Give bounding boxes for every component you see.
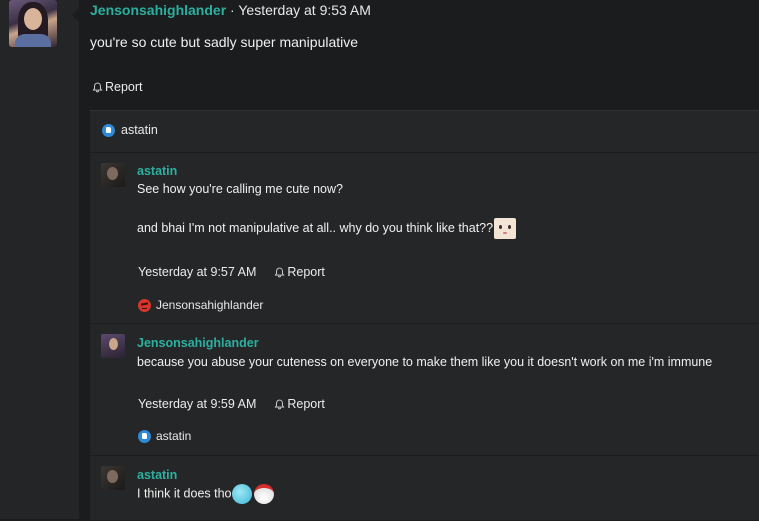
bell-icon <box>274 267 285 277</box>
reaction-summary[interactable]: astatin <box>138 429 191 443</box>
report-label: Report <box>287 397 325 411</box>
blue-character-emoji-icon <box>231 484 252 504</box>
comment-thread: astatin astatin See how you're calling m… <box>90 110 759 520</box>
reply-text-line2: and bhai I'm not manipulative at all.. w… <box>137 218 517 239</box>
reply-text-content: and bhai I'm not manipulative at all.. w… <box>137 220 494 235</box>
header-separator: · <box>226 2 239 18</box>
like-icon <box>138 429 151 443</box>
reply-time[interactable]: Yesterday at 9:57 AM <box>138 265 256 279</box>
report-label: Report <box>287 265 325 279</box>
reply-text: because you abuse your cuteness on every… <box>137 355 713 369</box>
reply-author-link[interactable]: astatin <box>137 468 177 482</box>
reaction-summary[interactable]: Jensonsahighlander <box>138 298 263 312</box>
post-author-link[interactable]: Jensonsahighlander <box>90 2 226 18</box>
anime-face-emoji-icon <box>494 218 517 239</box>
bell-icon <box>92 82 103 92</box>
reply-meta: Yesterday at 9:59 AM Report <box>138 397 325 411</box>
report-button[interactable]: Report <box>274 265 325 279</box>
reply-meta: Yesterday at 9:57 AM Report <box>138 265 325 279</box>
avatar[interactable] <box>101 466 125 490</box>
left-gutter <box>0 0 79 519</box>
post-time[interactable]: Yesterday at 9:53 AM <box>238 2 371 18</box>
report-label: Report <box>105 80 143 94</box>
reply-item: astatin See how you're calling me cute n… <box>90 152 759 323</box>
bell-icon <box>274 399 285 409</box>
likes-user[interactable]: astatin <box>121 123 158 137</box>
reply-text: See how you're calling me cute now? <box>137 182 343 196</box>
reply-item: astatin I think it does tho <box>90 455 759 521</box>
reply-text-line: I think it does tho <box>137 484 274 504</box>
reaction-user[interactable]: astatin <box>156 429 191 443</box>
reply-time[interactable]: Yesterday at 9:59 AM <box>138 397 256 411</box>
report-button[interactable]: Report <box>274 397 325 411</box>
avatar[interactable] <box>101 334 125 358</box>
angry-reaction-icon <box>138 298 151 312</box>
like-icon <box>102 123 115 137</box>
likes-summary[interactable]: astatin <box>102 123 158 137</box>
post-pointer <box>72 8 79 22</box>
reply-text: I think it does tho <box>137 486 232 501</box>
post-header: Jensonsahighlander · Yesterday at 9:53 A… <box>90 2 371 18</box>
avatar[interactable] <box>101 163 125 187</box>
reply-author-link[interactable]: astatin <box>137 164 177 178</box>
post-body: you're so cute but sadly super manipulat… <box>90 34 359 50</box>
report-button[interactable]: Report <box>92 80 143 94</box>
reply-item: Jensonsahighlander because you abuse you… <box>90 323 759 454</box>
reaction-user[interactable]: Jensonsahighlander <box>156 298 263 312</box>
santa-character-emoji-icon <box>253 484 274 504</box>
reply-author-link[interactable]: Jensonsahighlander <box>137 336 259 350</box>
author-avatar[interactable] <box>9 0 57 47</box>
